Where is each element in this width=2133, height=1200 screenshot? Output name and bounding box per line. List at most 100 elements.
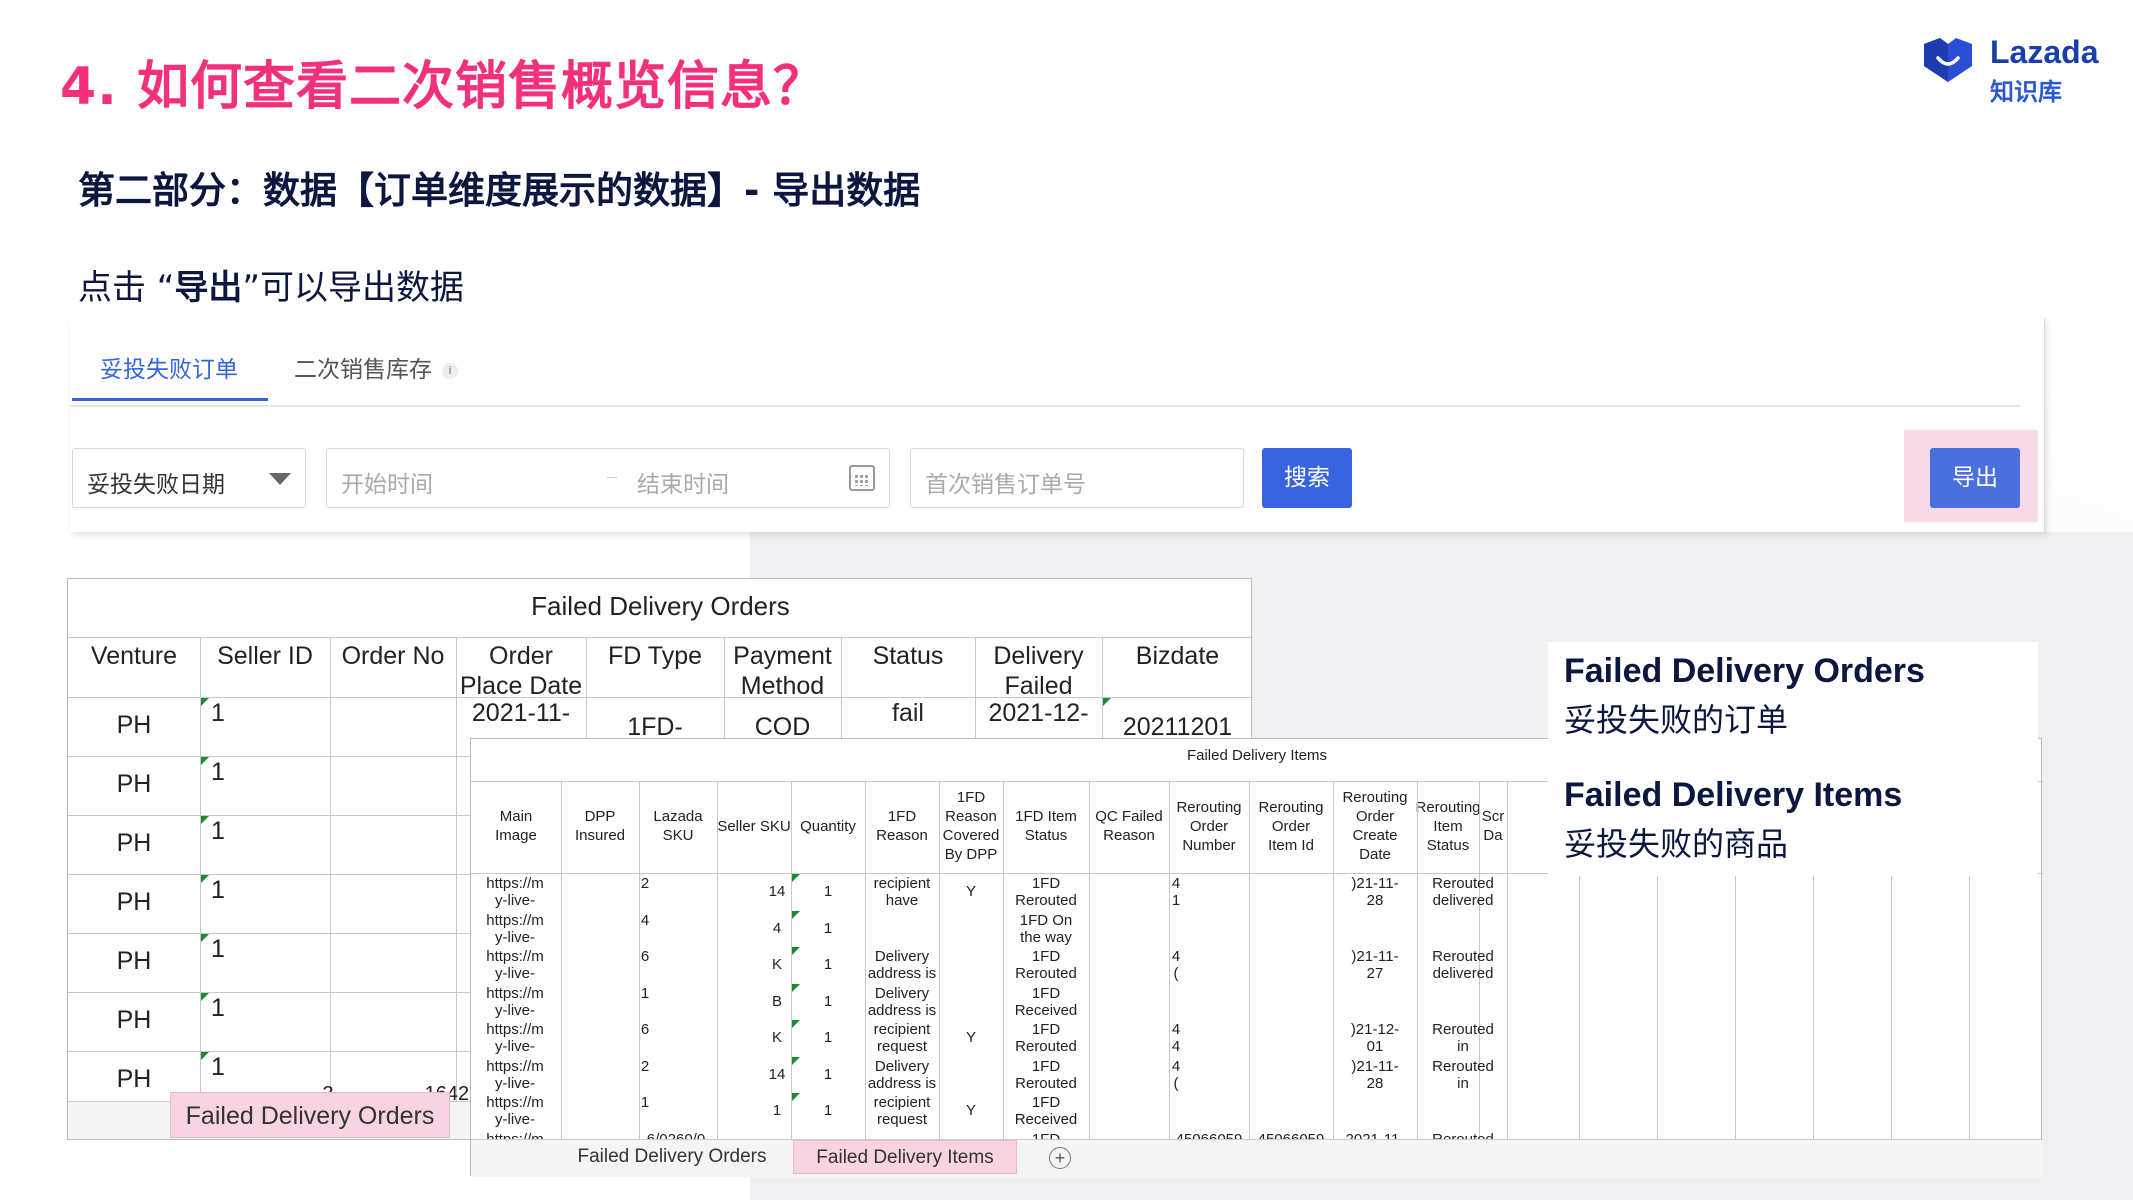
sheet1-venture-cell: PH bbox=[68, 888, 200, 917]
start-date-placeholder[interactable]: 开始时间 bbox=[341, 465, 433, 499]
info-icon[interactable]: i bbox=[442, 363, 458, 379]
tab-secondary-inventory[interactable]: 二次销售库存i bbox=[294, 350, 458, 384]
export-button[interactable]: 导出 bbox=[1930, 448, 2020, 508]
sheet2-status-cell: 1FD Onthe way bbox=[1003, 912, 1089, 946]
sheet2-header-cell: ReroutingOrderItem Id bbox=[1249, 781, 1333, 871]
active-tab-underline bbox=[72, 398, 268, 401]
lazada-heart-icon bbox=[1920, 36, 1976, 84]
sheet2-empty-col-line bbox=[1813, 873, 1814, 1139]
sheet2-image-cell: https://my-live- bbox=[475, 912, 555, 946]
sheet2-header-cell: ReroutingOrderNumber bbox=[1169, 781, 1249, 871]
sheet2-ro-status-cell bbox=[1417, 912, 1509, 946]
sheet2-reason-cell: recipienthave bbox=[865, 875, 939, 909]
sheet2-image-cell: https://my-live- bbox=[475, 1058, 555, 1092]
sheet2-tab-items[interactable]: Failed Delivery Items bbox=[793, 1140, 1017, 1174]
sheet1-col-line bbox=[330, 637, 331, 1101]
sheet2-error-marker bbox=[792, 1057, 800, 1065]
sheet2-col-line bbox=[1249, 781, 1250, 1139]
sheet1-delivery-failed: 2021-12- bbox=[975, 699, 1102, 728]
sheet1-error-marker bbox=[201, 875, 209, 883]
sheet2-dpp-cell: Y bbox=[939, 1102, 1003, 1119]
sheet2-ro-date-cell: )21-11-28 bbox=[1333, 1058, 1417, 1092]
instruction-highlight: 导出 bbox=[174, 268, 242, 308]
sheet1-tab-orders[interactable]: Failed Delivery Orders bbox=[170, 1092, 450, 1138]
sheet2-reason-cell: recipientrequest bbox=[865, 1094, 939, 1128]
search-button[interactable]: 搜索 bbox=[1262, 448, 1352, 508]
sheet2-ro-no-cell bbox=[1171, 912, 1181, 946]
sheet2-header-cell: 1FD ItemStatus bbox=[1003, 781, 1089, 871]
sheet1-seller-id-cell: 1 bbox=[208, 1053, 228, 1082]
sheet2-empty-col-line bbox=[1969, 873, 1970, 1139]
slide-title: 4. 如何查看二次销售概览信息？ bbox=[60, 44, 826, 119]
add-sheet-icon[interactable]: + bbox=[1049, 1147, 1071, 1169]
sheet2-error-marker bbox=[792, 874, 800, 882]
sheet2-empty-col-line bbox=[1735, 873, 1736, 1139]
sheet2-col-line bbox=[1169, 781, 1170, 1139]
sheet2-qty-cell: 1 bbox=[791, 920, 865, 937]
sheet2-seller-sku-cell: B bbox=[765, 993, 789, 1010]
sheet2-qty-cell: 1 bbox=[791, 993, 865, 1010]
sheet2-tab-orders[interactable]: Failed Delivery Orders bbox=[561, 1140, 783, 1174]
sheet2-sku-cell: 4 bbox=[639, 912, 651, 929]
sheet1-error-marker bbox=[201, 757, 209, 765]
sheet2-col-line bbox=[561, 781, 562, 1139]
caret-down-icon bbox=[269, 473, 291, 485]
sheet1-header-cell: Bizdate bbox=[1102, 641, 1253, 697]
sheet1-error-marker bbox=[201, 1052, 209, 1060]
sheet1-header-cell: Venture bbox=[68, 641, 200, 697]
sheet2-sku-cell: 6 bbox=[639, 1021, 651, 1038]
section-title: 第二部分：数据【订单维度展示的数据】- 导出数据 bbox=[78, 160, 920, 214]
sheet1-error-marker bbox=[201, 934, 209, 942]
date-type-select[interactable]: 妥投失败日期 bbox=[72, 448, 306, 508]
sheet2-seller-sku-cell: K bbox=[765, 956, 789, 973]
sheet2-header-cell: DPPInsured bbox=[561, 781, 639, 871]
sheet1-header-cell: Status bbox=[841, 641, 975, 697]
sheet2-ro-no-cell: 44 bbox=[1171, 1021, 1181, 1055]
sheet1-header-cell: Order No bbox=[330, 641, 456, 697]
sheet1-header-cell: Seller ID bbox=[200, 641, 330, 697]
sheet2-reason-cell: Deliveryaddress is bbox=[865, 1058, 939, 1092]
sheet2-col-line bbox=[1089, 781, 1090, 1139]
sheet2-image-cell: https://my-live- bbox=[475, 1094, 555, 1128]
date-type-value: 妥投失败日期 bbox=[87, 465, 225, 499]
sheet1-venture-cell: PH bbox=[68, 1065, 200, 1094]
sheet2-seller-sku-cell: 1 bbox=[765, 1102, 789, 1119]
order-number-input[interactable]: 首次销售订单号 bbox=[910, 448, 1244, 508]
tab-failed-delivery-orders[interactable]: 妥投失败订单 bbox=[100, 350, 238, 384]
sheet1-seller-id-cell: 1 bbox=[208, 876, 228, 905]
sheet1-venture-cell: PH bbox=[68, 1006, 200, 1035]
sheet2-qty-cell: 1 bbox=[791, 1102, 865, 1119]
sheet2-qty-cell: 1 bbox=[791, 956, 865, 973]
sheet2-error-marker bbox=[792, 984, 800, 992]
sheet1-error-marker bbox=[201, 993, 209, 1001]
sheet2-header-cell: MainImage bbox=[471, 781, 561, 871]
sheet2-qty-cell: 1 bbox=[791, 1029, 865, 1046]
sheet2-header-cell: Seller SKU bbox=[717, 781, 791, 871]
sheet2-ro-status-cell: Reroutedin bbox=[1417, 1058, 1509, 1092]
sheet1-seller-id-cell: 1 bbox=[208, 699, 228, 728]
sheet2-image-cell: https://my-live- bbox=[475, 948, 555, 982]
sheet2-ro-status-cell: Rerouteddelivered bbox=[1417, 875, 1509, 909]
sheet2-header-cell: 1FDReasonCoveredBy DPP bbox=[939, 781, 1003, 871]
sheet1-venture-cell: PH bbox=[68, 711, 200, 740]
sheet1-status: fail bbox=[841, 699, 975, 728]
sheet2-col-line bbox=[717, 781, 718, 1139]
calendar-icon[interactable] bbox=[849, 465, 875, 491]
annotation-orders-zh: 妥投失败的订单 bbox=[1564, 695, 1925, 741]
sheet2-dpp-cell: Y bbox=[939, 1029, 1003, 1046]
sheet2-ro-date-cell: )21-11-28 bbox=[1333, 875, 1417, 909]
sheet2-header-cell: Quantity bbox=[791, 781, 865, 871]
annotation-items: Failed Delivery Items 妥投失败的商品 bbox=[1564, 776, 1902, 865]
sheet2-sku-cell: 1 bbox=[639, 1094, 651, 1111]
sheet2-status-cell: 1FDReceived bbox=[1003, 1094, 1089, 1128]
sheet2-header-cell: ReroutingOrderCreateDate bbox=[1333, 781, 1417, 871]
date-range-picker[interactable]: 开始时间 结束时间 bbox=[326, 448, 890, 508]
sheet2-ro-date-cell bbox=[1333, 1094, 1417, 1128]
sheet2-ro-date-cell: )21-12-01 bbox=[1333, 1021, 1417, 1055]
sheet2-dpp-cell: Y bbox=[939, 883, 1003, 900]
end-date-placeholder[interactable]: 结束时间 bbox=[637, 465, 729, 499]
sheet2-empty-col-line bbox=[1579, 873, 1580, 1139]
sheet2-ro-no-cell: 4( bbox=[1171, 1058, 1181, 1092]
sheet2-error-marker bbox=[792, 911, 800, 919]
sheet2-header-cell: LazadaSKU bbox=[639, 781, 717, 871]
